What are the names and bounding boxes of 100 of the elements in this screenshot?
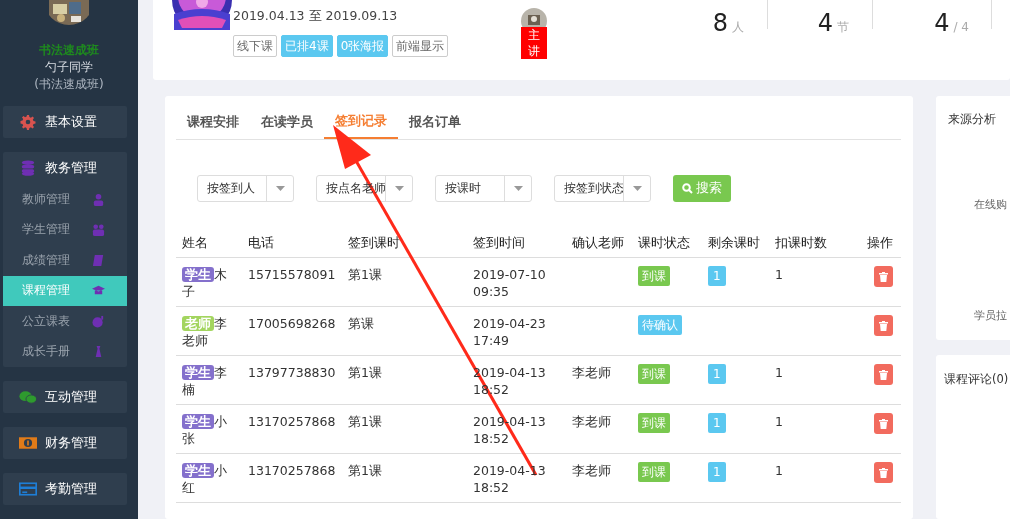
column-header: 剩余课时: [708, 235, 760, 250]
trash-icon: [879, 271, 888, 282]
teacher-cell: 李老师: [572, 414, 611, 429]
column-header: 签到课时: [348, 235, 400, 250]
remaining-badge: 1: [708, 364, 726, 384]
class-name: 书法速成班: [39, 42, 99, 59]
search-icon: [682, 183, 693, 194]
database-icon: [19, 160, 37, 176]
status-badge: 到课: [638, 462, 670, 482]
deduct-cell: 1: [775, 463, 783, 478]
stat-unit: / 4: [953, 20, 969, 34]
column-header: 课时状态: [638, 235, 690, 250]
money-icon: [19, 435, 37, 451]
delete-button[interactable]: [874, 413, 893, 434]
course-tag: 0张海报: [336, 35, 389, 57]
menu-item[interactable]: 学生管理: [3, 214, 127, 245]
trash-icon: [879, 320, 888, 331]
time-cell: 2019-07-10 09:35: [473, 267, 546, 299]
menu-item[interactable]: 教师管理: [3, 184, 127, 215]
chart-label: 在线购: [974, 197, 1007, 212]
menu-item[interactable]: 公立课表: [3, 306, 127, 337]
deduct-cell: 1: [775, 414, 783, 429]
chat-icon: [19, 389, 37, 405]
column-header: 姓名: [182, 235, 208, 250]
column-header: 扣课时数: [775, 235, 827, 250]
caret-icon: [275, 186, 285, 191]
delete-button[interactable]: [874, 462, 893, 483]
column-header: 确认老师: [572, 235, 624, 250]
delete-button[interactable]: [874, 364, 893, 385]
name-cell-text: 学生 李楠: [182, 364, 228, 398]
panel-title: 课程评论(0): [944, 372, 1009, 386]
user-name: 勺子同学: [45, 59, 93, 76]
column-header: 电话: [248, 235, 274, 250]
name-cell-text: 学生 木子: [182, 266, 228, 300]
chart-label: 学员拉: [974, 308, 1007, 323]
status-badge: 到课: [638, 266, 670, 286]
lesson-cell: 第课: [348, 316, 374, 331]
book-icon: [92, 253, 105, 267]
column-header: 操作: [867, 235, 893, 250]
lesson-cell: 第1课: [348, 463, 382, 478]
delete-button[interactable]: [874, 266, 893, 287]
name-cell-text: 老师 李老师: [182, 315, 228, 349]
phone-cell: 13797738830: [248, 365, 336, 380]
gear-icon: [19, 114, 37, 130]
time-cell: 2019-04-23 17:49: [473, 316, 546, 348]
menu-group[interactable]: 考勤管理: [3, 473, 127, 505]
menu-item[interactable]: 成绩管理: [3, 245, 127, 276]
lesson-cell: 第1课: [348, 414, 382, 429]
caret-icon: [394, 186, 404, 191]
course-tag: 已排4课: [281, 35, 333, 57]
bomb-icon: [92, 314, 105, 328]
phone-cell: 15715578091: [248, 267, 336, 282]
person-icon: [92, 192, 105, 206]
course-dates: 2019.04.13 至 2019.09.13: [233, 8, 399, 25]
status-badge: 待确认: [638, 315, 682, 335]
lesson-cell: 第1课: [348, 365, 382, 380]
trash-icon: [879, 369, 888, 380]
menu-group[interactable]: 财务管理: [3, 427, 127, 459]
course-tag: 前端显示: [392, 35, 449, 57]
lesson-cell: 第1课: [348, 267, 382, 282]
panel-title: 来源分析: [948, 112, 997, 127]
phone-cell: 17005698268: [248, 316, 336, 331]
filter-select[interactable]: 按签到状态: [554, 175, 651, 202]
tab[interactable]: 在读学员: [250, 106, 324, 139]
menu-item[interactable]: 成长手册: [3, 336, 127, 367]
remaining-badge: 1: [708, 266, 726, 286]
remaining-badge: 1: [708, 462, 726, 482]
card-icon: [19, 481, 37, 497]
menu-group[interactable]: 教务管理: [3, 152, 127, 184]
remaining-badge: 1: [708, 413, 726, 433]
trash-icon: [879, 418, 888, 429]
name-cell-text: 学生 小红: [182, 462, 228, 496]
filter-select[interactable]: 按课时: [435, 175, 532, 202]
course-tag: 线下课: [233, 35, 277, 57]
name-cell-text: 学生 小张: [182, 413, 228, 447]
tab[interactable]: 报名订单: [398, 106, 472, 139]
status-badge: 到课: [638, 413, 670, 433]
menu-group[interactable]: 互动管理: [3, 381, 127, 413]
deduct-cell: 1: [775, 365, 783, 380]
teacher-cell: 李老师: [572, 463, 611, 478]
teacher-cell: 李老师: [572, 365, 611, 380]
menu-group[interactable]: 基本设置: [3, 106, 127, 138]
user-class: (书法速成班): [34, 76, 104, 93]
stat-value: 4: [934, 10, 950, 36]
phone-cell: 13170257868: [248, 463, 336, 478]
filter-select[interactable]: 按签到人: [197, 175, 294, 202]
delete-button[interactable]: [874, 315, 893, 336]
caret-icon: [632, 186, 642, 191]
trash-icon: [879, 467, 888, 478]
tab[interactable]: 课程安排: [176, 106, 250, 139]
lecturer-badge: 主讲: [521, 27, 548, 59]
stat-value: 4: [817, 10, 833, 36]
stat-unit: 人: [732, 19, 744, 36]
stat-unit: 节: [837, 19, 849, 36]
status-badge: 到课: [638, 364, 670, 384]
group-icon: [92, 223, 105, 237]
column-header: 签到时间: [473, 235, 525, 250]
stat-value: 8: [712, 10, 728, 36]
deduct-cell: 1: [775, 267, 783, 282]
caret-icon: [513, 186, 523, 191]
